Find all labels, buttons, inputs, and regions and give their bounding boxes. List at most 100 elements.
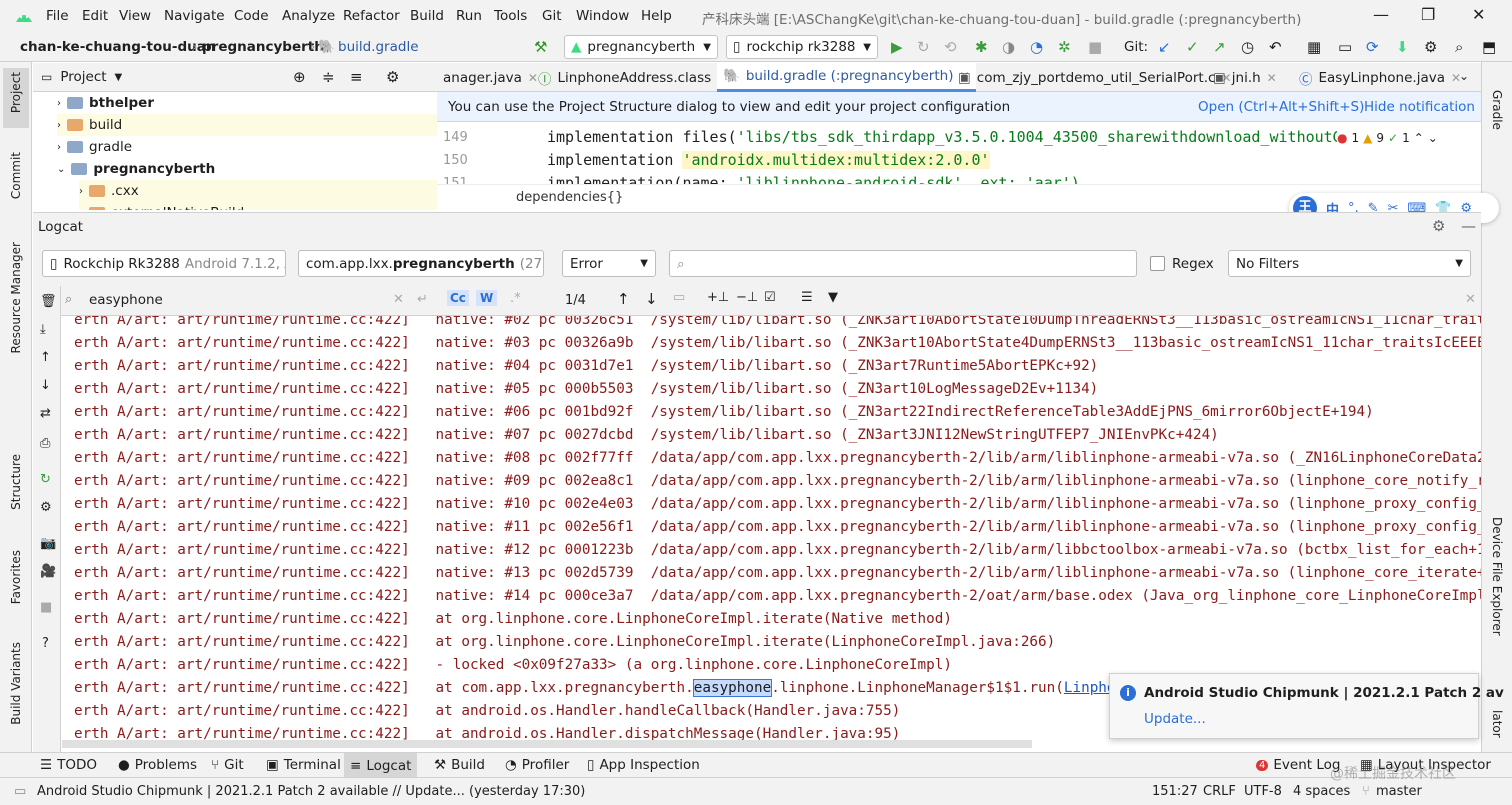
caret-position[interactable]: 151:27 xyxy=(1152,784,1198,799)
match-case-toggle[interactable]: Cc xyxy=(447,290,469,306)
close-icon[interactable]: ✕ xyxy=(1267,71,1277,85)
logcat-search-input[interactable]: ⌕ xyxy=(669,250,1137,277)
file-encoding[interactable]: UTF-8 xyxy=(1244,784,1282,799)
tab-jni-h[interactable]: ▣ jni.h ✕ xyxy=(1207,63,1283,92)
open-project-structure-link[interactable]: Open (Ctrl+Alt+Shift+S) xyxy=(1198,99,1364,115)
git-update-icon[interactable]: ↙ xyxy=(1158,38,1171,56)
clear-logcat-icon[interactable]: 🗑 xyxy=(40,294,57,309)
menu-git[interactable]: Git xyxy=(542,8,562,24)
run-icon[interactable]: ▶ xyxy=(891,38,903,56)
tree-item[interactable]: › gradle xyxy=(57,136,132,158)
breadcrumb-module[interactable]: pregnancyberth xyxy=(202,39,324,55)
tab-build[interactable]: ⚒ Build xyxy=(434,757,485,773)
process-filter-select[interactable]: com.app.lxx.pregnancyberth (2796) ▼ xyxy=(298,250,544,277)
print-icon[interactable]: ⎙ xyxy=(40,436,50,451)
project-tool-button[interactable]: Project xyxy=(9,72,23,113)
breadcrumb-project[interactable]: chan-ke-chuang-tou-duan xyxy=(20,39,215,55)
apply-changes-icon[interactable]: ⟲ xyxy=(944,38,957,56)
tab-event-log[interactable]: 4 Event Log xyxy=(1256,757,1340,773)
filter-settings-icon[interactable]: ☰ xyxy=(801,290,813,305)
favorites-tool-button[interactable]: Favorites xyxy=(9,550,23,604)
device-filter-select[interactable]: ▯ Rockchip Rk3288 Android 7.1.2, A ▼ xyxy=(42,250,286,277)
filter-config-select[interactable]: No Filters ▼ xyxy=(1228,250,1471,277)
restart-icon[interactable]: ↻ xyxy=(40,472,51,487)
menu-analyze[interactable]: Analyze xyxy=(282,8,335,24)
chevron-up-icon[interactable]: ⌃ xyxy=(1414,131,1424,145)
git-commit-icon[interactable]: ✓ xyxy=(1186,38,1199,56)
arrow-up-icon[interactable]: ↑ xyxy=(40,350,51,365)
tab-serialport-c[interactable]: ▣ com_zjy_portdemo_util_SerialPort.c ✕ xyxy=(952,63,1237,92)
regex-toggle[interactable]: .* xyxy=(510,291,521,306)
expand-all-icon[interactable]: ≑ xyxy=(322,68,335,86)
help-icon[interactable]: ? xyxy=(42,636,49,651)
add-occurrence-icon[interactable]: +⊥ xyxy=(707,290,729,305)
tab-app-inspection[interactable]: ▯ App Inspection xyxy=(587,757,700,773)
gear-icon[interactable]: ⚙ xyxy=(1432,217,1445,235)
device-file-explorer-button[interactable]: Device File Explorer xyxy=(1490,517,1504,636)
soft-wrap-icon[interactable]: ⇄ xyxy=(40,406,51,421)
close-window-icon[interactable]: ✕ xyxy=(1472,5,1485,24)
minimize-icon[interactable]: — xyxy=(1373,5,1389,24)
code-breadcrumb-item[interactable]: dependencies{} xyxy=(516,190,623,205)
project-structure-icon[interactable]: ▦ xyxy=(1307,38,1321,56)
run-config-select[interactable]: ▲ pregnancyberth ▼ xyxy=(564,35,718,59)
collapse-all-icon[interactable]: ≡ xyxy=(350,68,363,86)
attach-debugger-icon[interactable]: ✲ xyxy=(1058,38,1071,56)
chevron-down-icon[interactable]: ▼ xyxy=(115,72,123,83)
close-find-icon[interactable]: ✕ xyxy=(1465,292,1476,307)
tab-manager-java[interactable]: anager.java ✕ xyxy=(437,63,544,92)
source-link[interactable]: Linpho xyxy=(1064,680,1116,696)
build-variants-tool-button[interactable]: Build Variants xyxy=(9,642,23,725)
code-editor[interactable]: 149 150 151 implementation files('libs/t… xyxy=(437,122,1481,184)
menu-file[interactable]: File xyxy=(46,8,69,24)
indent-setting[interactable]: 4 spaces xyxy=(1293,784,1350,799)
screenshot-icon[interactable]: 📷 xyxy=(40,536,56,551)
locate-icon[interactable]: ⊕ xyxy=(293,68,306,86)
tree-item[interactable]: ⌄ pregnancyberth xyxy=(57,158,215,180)
gear-icon[interactable]: ⚙ xyxy=(386,68,399,86)
tree-item[interactable]: › externalNativeBuild xyxy=(79,202,437,210)
structure-tool-button[interactable]: Structure xyxy=(9,454,23,510)
remove-occurrence-icon[interactable]: −⊥ xyxy=(736,290,758,305)
tab-linphone-address[interactable]: ⒾLinphoneAddress.class✕ xyxy=(532,63,733,92)
scroll-to-end-icon[interactable]: ⤓ xyxy=(40,322,46,337)
settings-icon[interactable]: ⚙ xyxy=(1424,38,1437,56)
line-separator[interactable]: CRLF xyxy=(1203,784,1236,799)
menu-code[interactable]: Code xyxy=(234,8,269,24)
tab-easylinphone-java[interactable]: Ⓒ EasyLinphone.java ✕ xyxy=(1293,63,1467,92)
resource-manager-tool-button[interactable]: Resource Manager xyxy=(9,242,23,353)
sync-gradle-icon[interactable]: ⟳ xyxy=(1366,38,1379,56)
tree-item[interactable]: › build xyxy=(57,114,437,136)
search-everywhere-icon[interactable]: ⌕ xyxy=(1455,38,1463,56)
menu-build[interactable]: Build xyxy=(410,8,444,24)
menu-edit[interactable]: Edit xyxy=(82,8,108,24)
minimize-panel-icon[interactable]: — xyxy=(1461,217,1476,235)
emulator-tool-button[interactable]: lator xyxy=(1490,710,1504,738)
git-branch[interactable]: master xyxy=(1376,784,1422,799)
arrow-up-icon[interactable]: ↑ xyxy=(617,290,630,308)
menu-window[interactable]: Window xyxy=(576,8,629,24)
ide-update-icon[interactable]: ⬒ xyxy=(1482,38,1496,56)
tabs-overflow-icon[interactable]: ⌄ xyxy=(1459,69,1469,83)
new-line-icon[interactable]: ↵ xyxy=(417,292,428,307)
tree-item[interactable]: › .cxx xyxy=(79,180,437,202)
log-level-select[interactable]: Error ▼ xyxy=(562,250,656,277)
breadcrumb-file[interactable]: build.gradle xyxy=(338,39,419,55)
tab-problems[interactable]: ● Problems xyxy=(118,757,197,773)
menu-navigate[interactable]: Navigate xyxy=(164,8,225,24)
arrow-down-icon[interactable]: ↓ xyxy=(40,378,51,393)
clear-search-icon[interactable]: ✕ xyxy=(393,292,404,307)
stop-icon[interactable]: ■ xyxy=(1088,38,1102,56)
whole-words-toggle[interactable]: W xyxy=(476,290,498,306)
select-occurrences-icon[interactable]: ☑ xyxy=(764,290,776,305)
find-input[interactable]: easyphone xyxy=(89,292,163,308)
horizontal-scrollbar[interactable] xyxy=(62,740,1032,748)
tab-build-gradle[interactable]: 🐘 build.gradle (:pregnancyberth) ✕ xyxy=(717,63,976,92)
arrow-down-icon[interactable]: ↓ xyxy=(645,290,658,308)
device-select[interactable]: ▯ rockchip rk3288 ▼ xyxy=(726,35,878,59)
hide-notification-link[interactable]: Hide notification xyxy=(1364,99,1475,115)
tab-git[interactable]: ⑂ Git xyxy=(211,757,244,773)
update-link[interactable]: Update... xyxy=(1144,711,1206,727)
commit-tool-button[interactable]: Commit xyxy=(9,152,23,199)
hammer-icon[interactable]: ⚒ xyxy=(534,38,547,56)
